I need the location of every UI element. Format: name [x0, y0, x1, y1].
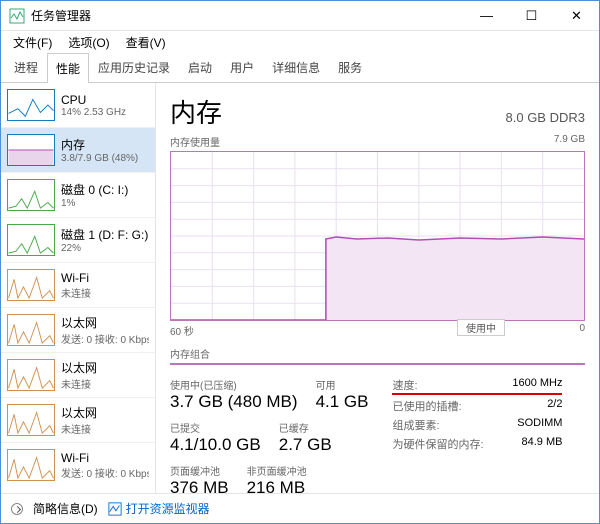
used-label: 使用中(已压缩)	[170, 377, 298, 392]
memory-composition-chart	[170, 363, 585, 365]
sidebar-item-8[interactable]: Wi-Fi发送: 0 接收: 0 Kbps	[1, 442, 155, 487]
menu-view[interactable]: 查看(V)	[120, 34, 172, 51]
sidebar-title: Wi-Fi	[61, 271, 91, 285]
sidebar-thumb-disk	[7, 179, 55, 211]
sidebar-thumb-net	[7, 404, 55, 436]
menubar: 文件(F) 选项(O) 查看(V)	[1, 31, 599, 53]
tab-1[interactable]: 性能	[47, 53, 89, 83]
sidebar-item-0[interactable]: CPU14% 2.53 GHz	[1, 83, 155, 127]
chart-title: 内存使用量	[170, 134, 220, 149]
sidebar-sub: 发送: 0 接收: 0 Kbps	[61, 331, 149, 346]
maximize-button[interactable]: ☐	[509, 1, 554, 30]
brief-toggle[interactable]: 简略信息(D)	[33, 500, 98, 517]
tab-3[interactable]: 启动	[179, 52, 221, 82]
nonpaged-label: 非页面缓冲池	[247, 463, 307, 478]
sidebar-item-3[interactable]: 磁盘 1 (D: F: G:)22%	[1, 217, 155, 262]
app-icon	[9, 8, 25, 24]
cached-label: 已缓存	[279, 420, 332, 435]
paged-value: 376 MB	[170, 478, 229, 493]
sidebar-title: 以太网	[61, 314, 149, 331]
speed-row: 速度: 1600 MHz	[392, 377, 562, 395]
sidebar-sub: 1%	[61, 198, 128, 209]
in-use-marker: 使用中	[457, 319, 505, 336]
footer: 简略信息(D) 打开资源监视器	[1, 493, 599, 523]
sidebar-item-7[interactable]: 以太网未连接	[1, 397, 155, 442]
speed-label: 速度:	[392, 377, 417, 393]
sidebar-title: 内存	[61, 136, 138, 153]
tabbar: 进程性能应用历史记录启动用户详细信息服务	[1, 53, 599, 83]
sidebar-sub: 22%	[61, 243, 148, 254]
slots-value: 2/2	[547, 398, 562, 414]
sidebar-sub: 3.8/7.9 GB (48%)	[61, 153, 138, 164]
tab-4[interactable]: 用户	[221, 52, 263, 82]
minimize-button[interactable]: —	[464, 1, 509, 30]
tab-0[interactable]: 进程	[5, 52, 47, 82]
memory-usage-chart	[170, 151, 585, 321]
paged-label: 页面缓冲池	[170, 463, 229, 478]
sidebar-sub: 未连接	[61, 421, 97, 436]
slots-label: 已使用的插槽:	[392, 398, 461, 414]
formfactor-value: SODIMM	[517, 417, 562, 433]
committed-label: 已提交	[170, 420, 261, 435]
chart-xleft: 60 秒	[170, 323, 194, 338]
sidebar-title: CPU	[61, 93, 126, 107]
formfactor-row: 组成要素: SODIMM	[392, 417, 562, 433]
resmon-label: 打开资源监视器	[126, 500, 210, 517]
window-title: 任务管理器	[31, 7, 464, 24]
sidebar-title: 磁盘 1 (D: F: G:)	[61, 226, 148, 243]
resmon-icon	[108, 502, 122, 516]
sidebar-sub: 14% 2.53 GHz	[61, 107, 126, 118]
hwreserved-value: 84.9 MB	[522, 436, 563, 452]
sidebar-title: 以太网	[61, 404, 97, 421]
menu-file[interactable]: 文件(F)	[7, 34, 58, 51]
sidebar-title: 磁盘 0 (C: I:)	[61, 181, 128, 198]
collapse-icon[interactable]	[11, 503, 23, 515]
sidebar: CPU14% 2.53 GHz内存3.8/7.9 GB (48%)磁盘 0 (C…	[1, 83, 156, 493]
sidebar-thumb-net	[7, 359, 55, 391]
composition-label: 内存组合	[170, 346, 585, 361]
sidebar-thumb-cpu	[7, 89, 55, 121]
memory-spec: 8.0 GB DDR3	[506, 110, 585, 125]
hwreserved-row: 为硬件保留的内存: 84.9 MB	[392, 436, 562, 452]
used-value: 3.7 GB (480 MB)	[170, 392, 298, 412]
speed-value: 1600 MHz	[512, 377, 562, 393]
tab-2[interactable]: 应用历史记录	[89, 52, 179, 82]
slots-row: 已使用的插槽: 2/2	[392, 398, 562, 414]
cached-value: 2.7 GB	[279, 435, 332, 455]
avail-value: 4.1 GB	[316, 392, 369, 412]
sidebar-sub: 未连接	[61, 285, 91, 300]
main-panel: 内存 8.0 GB DDR3 内存使用量 7.9 GB	[156, 83, 599, 493]
tab-6[interactable]: 服务	[329, 52, 371, 82]
open-resmon-link[interactable]: 打开资源监视器	[108, 500, 210, 517]
avail-label: 可用	[316, 377, 369, 392]
sidebar-title: 以太网	[61, 359, 97, 376]
sidebar-item-5[interactable]: 以太网发送: 0 接收: 0 Kbps	[1, 307, 155, 352]
tab-5[interactable]: 详细信息	[263, 52, 329, 82]
chart-ymax: 7.9 GB	[554, 134, 585, 149]
sidebar-item-6[interactable]: 以太网未连接	[1, 352, 155, 397]
page-title: 内存	[170, 93, 222, 130]
nonpaged-value: 216 MB	[247, 478, 307, 493]
sidebar-item-2[interactable]: 磁盘 0 (C: I:)1%	[1, 172, 155, 217]
sidebar-thumb-mem	[7, 134, 55, 166]
menu-options[interactable]: 选项(O)	[62, 34, 115, 51]
titlebar: 任务管理器 — ☐ ✕	[1, 1, 599, 31]
formfactor-label: 组成要素:	[392, 417, 439, 433]
sidebar-thumb-disk	[7, 224, 55, 256]
sidebar-sub: 未连接	[61, 376, 97, 391]
chart-xright: 0	[579, 323, 585, 338]
committed-value: 4.1/10.0 GB	[170, 435, 261, 455]
sidebar-item-4[interactable]: Wi-Fi未连接	[1, 262, 155, 307]
sidebar-sub: 发送: 0 接收: 0 Kbps	[61, 465, 149, 480]
sidebar-title: Wi-Fi	[61, 451, 149, 465]
sidebar-thumb-net	[7, 449, 55, 481]
sidebar-item-1[interactable]: 内存3.8/7.9 GB (48%)	[1, 127, 155, 172]
sidebar-thumb-net	[7, 314, 55, 346]
hwreserved-label: 为硬件保留的内存:	[392, 436, 483, 452]
close-button[interactable]: ✕	[554, 1, 599, 30]
sidebar-thumb-net	[7, 269, 55, 301]
